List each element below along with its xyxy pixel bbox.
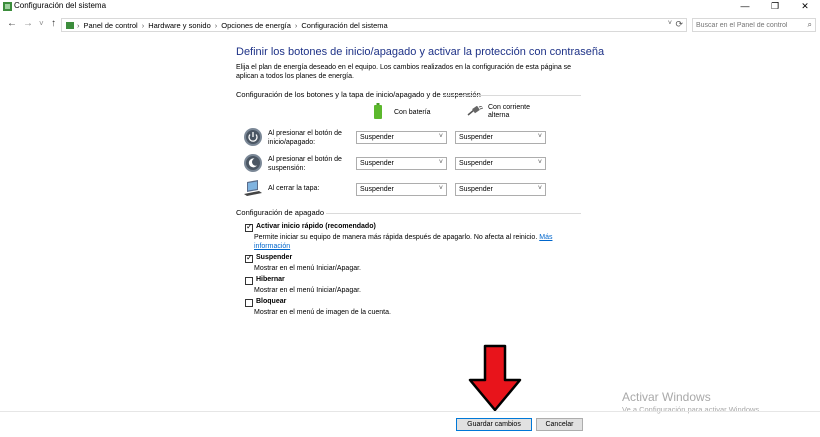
breadcrumb-separator-icon[interactable]: › xyxy=(295,21,298,30)
sleep-option-label: Suspender xyxy=(256,254,293,261)
ac-column-header: Con corriente alterna xyxy=(488,104,531,119)
breadcrumb: › Panel de control › Hardware y sonido › Opci… xyxy=(66,21,392,30)
plug-icon xyxy=(467,106,483,116)
chevron-down-icon[interactable]: ˅ xyxy=(668,20,672,27)
lock-option-label: Bloquear xyxy=(256,298,287,305)
red-arrow-annotation xyxy=(468,344,522,412)
breadcrumb-item[interactable]: Configuración del sistema xyxy=(301,21,387,30)
sleep-checkbox[interactable]: ✓ xyxy=(245,253,253,263)
select-value: Suspender xyxy=(459,160,493,167)
up-button[interactable]: ↑ xyxy=(51,18,56,29)
sleep-icon xyxy=(244,154,262,172)
lid-close-battery-select[interactable]: Suspender ˅ xyxy=(356,183,447,196)
control-panel-icon xyxy=(66,22,74,29)
battery-column-header: Con batería xyxy=(394,109,431,116)
search-icon[interactable]: ⌕ xyxy=(808,20,812,30)
cancel-button[interactable]: Cancelar xyxy=(536,418,583,431)
breadcrumb-separator-icon[interactable]: › xyxy=(77,21,80,30)
page-title: Definir los botones de inicio/apagado y … xyxy=(236,46,605,58)
activate-windows-subtitle: Ve a Configuración para activar Windows. xyxy=(622,405,762,414)
close-button[interactable]: ✕ xyxy=(790,0,820,13)
chevron-down-icon: ˅ xyxy=(438,185,443,192)
breadcrumb-item[interactable]: Panel de control xyxy=(84,21,138,30)
hibernate-option-description: Mostrar en el menú Iniciar/Apagar. xyxy=(254,287,361,294)
chevron-down-icon: ˅ xyxy=(438,159,443,166)
chevron-down-icon: ˅ xyxy=(537,159,542,166)
search-input[interactable] xyxy=(696,20,796,30)
maximize-button[interactable]: ❐ xyxy=(760,0,790,13)
section-divider xyxy=(445,95,581,96)
breadcrumb-separator-icon[interactable]: › xyxy=(215,21,218,30)
footer-divider xyxy=(0,411,820,412)
checkmark-icon: ✓ xyxy=(246,222,253,231)
fast-startup-checkbox[interactable]: ✓ xyxy=(245,222,253,232)
sleep-button-battery-select[interactable]: Suspender ˅ xyxy=(356,157,447,170)
shutdown-section-title: Configuración de apagado xyxy=(236,208,324,217)
minimize-button[interactable]: — xyxy=(730,0,760,13)
save-changes-button[interactable]: Guardar cambios xyxy=(456,418,532,431)
description-text: Permite iniciar su equipo de manera más … xyxy=(254,234,538,241)
fast-startup-description: Permite iniciar su equipo de manera más … xyxy=(254,233,584,251)
recent-locations-button[interactable]: ˅ xyxy=(39,18,44,29)
hibernate-checkbox[interactable] xyxy=(245,277,253,285)
sleep-option-description: Mostrar en el menú Iniciar/Apagar. xyxy=(254,265,361,272)
select-value: Suspender xyxy=(459,134,493,141)
hibernate-option-label: Hibernar xyxy=(256,276,285,283)
navigation-bar: ← → ˅ ↑ › Panel de control › Hardware y son… xyxy=(0,14,820,34)
sleep-button-label: Al presionar el botón de suspensión: xyxy=(268,156,342,172)
sleep-button-ac-select[interactable]: Suspender ˅ xyxy=(455,157,546,170)
address-bar[interactable]: › Panel de control › Hardware y sonido › Opci… xyxy=(61,18,687,32)
chevron-down-icon: ˅ xyxy=(537,185,542,192)
select-value: Suspender xyxy=(360,186,394,193)
activate-windows-title: Activar Windows xyxy=(622,390,711,404)
select-value: Suspender xyxy=(360,134,394,141)
lid-close-ac-select[interactable]: Suspender ˅ xyxy=(455,183,546,196)
breadcrumb-item[interactable]: Opciones de energía xyxy=(221,21,291,30)
lid-close-label: Al cerrar la tapa: xyxy=(268,185,320,192)
page-description: Elija el plan de energía deseado en el e… xyxy=(236,64,572,80)
fast-startup-label: Activar inicio rápido (recomendado) xyxy=(256,223,376,230)
checkmark-icon: ✓ xyxy=(246,253,253,262)
section-divider xyxy=(326,213,581,214)
lock-option-description: Mostrar en el menú de imagen de la cuent… xyxy=(254,309,391,316)
lock-checkbox[interactable] xyxy=(245,299,253,307)
select-value: Suspender xyxy=(459,186,493,193)
chevron-down-icon: ˅ xyxy=(537,133,542,140)
control-panel-icon xyxy=(3,2,12,11)
power-icon xyxy=(244,128,262,146)
window-title: Configuración del sistema xyxy=(14,1,107,10)
select-value: Suspender xyxy=(360,160,394,167)
power-button-label: Al presionar el botón de inicio/apagado: xyxy=(268,130,342,146)
forward-button[interactable]: → xyxy=(23,18,33,29)
battery-icon xyxy=(374,103,382,119)
power-button-battery-select[interactable]: Suspender ˅ xyxy=(356,131,447,144)
breadcrumb-separator-icon[interactable]: › xyxy=(142,21,145,30)
back-button[interactable]: ← xyxy=(7,18,17,29)
laptop-lid-icon xyxy=(244,180,262,196)
search-box[interactable]: ⌕ xyxy=(692,18,816,32)
refresh-icon[interactable]: ⟳ xyxy=(675,19,683,30)
power-button-ac-select[interactable]: Suspender ˅ xyxy=(455,131,546,144)
title-bar: Configuración del sistema — ❐ ✕ xyxy=(0,0,820,13)
breadcrumb-item[interactable]: Hardware y sonido xyxy=(148,21,211,30)
chevron-down-icon: ˅ xyxy=(438,133,443,140)
